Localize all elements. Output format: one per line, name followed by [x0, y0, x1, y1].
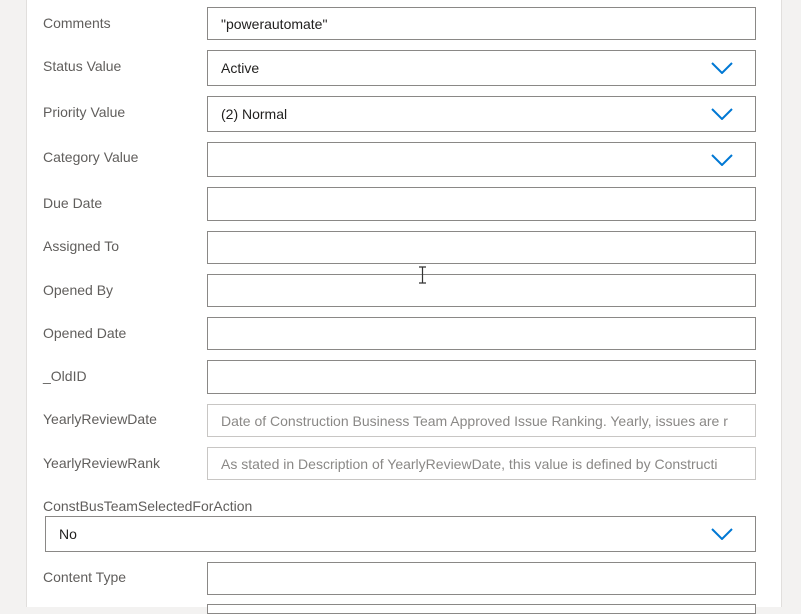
const-bus-team-selected: No [59, 526, 77, 542]
opened-date-label: Opened Date [43, 325, 127, 341]
const-bus-team-label: ConstBusTeamSelectedForAction [43, 498, 253, 514]
next-field-input[interactable] [207, 604, 756, 614]
yearly-review-date-label: YearlyReviewDate [43, 411, 157, 427]
status-value-label: Status Value [43, 58, 122, 74]
opened-by-label: Opened By [43, 282, 114, 298]
content-type-input[interactable] [207, 562, 756, 595]
const-bus-team-dropdown[interactable]: No [45, 516, 756, 552]
yearly-review-date-placeholder: Date of Construction Business Team Appro… [221, 412, 728, 429]
priority-value-label: Priority Value [43, 104, 126, 120]
opened-by-input[interactable] [207, 274, 756, 307]
chevron-down-icon[interactable] [711, 62, 733, 74]
assigned-to-input[interactable] [207, 231, 756, 264]
due-date-label: Due Date [43, 195, 103, 211]
comments-label: Comments [43, 15, 111, 31]
status-value-selected: Active [221, 60, 260, 76]
priority-value-selected: (2) Normal [221, 106, 288, 122]
status-value-dropdown[interactable]: Active [207, 50, 756, 86]
comments-input[interactable]: "powerautomate" [207, 7, 756, 40]
yearly-review-date-input[interactable]: Date of Construction Business Team Appro… [207, 404, 756, 437]
text-cursor-icon [419, 266, 426, 284]
content-type-label: Content Type [43, 569, 127, 585]
comments-value: "powerautomate" [221, 15, 328, 32]
yearly-review-rank-label: YearlyReviewRank [43, 455, 160, 471]
yearly-review-rank-input[interactable]: As stated in Description of YearlyReview… [207, 447, 756, 480]
assigned-to-label: Assigned To [43, 238, 120, 254]
category-value-label: Category Value [43, 149, 139, 165]
chevron-down-icon[interactable] [711, 528, 733, 540]
due-date-input[interactable] [207, 187, 756, 221]
chevron-down-icon[interactable] [711, 108, 733, 120]
yearly-review-rank-placeholder: As stated in Description of YearlyReview… [221, 455, 718, 472]
opened-date-input[interactable] [207, 317, 756, 350]
priority-value-dropdown[interactable]: (2) Normal [207, 96, 756, 132]
old-id-label: _OldID [43, 368, 87, 384]
chevron-down-icon[interactable] [711, 153, 733, 166]
old-id-input[interactable] [207, 360, 756, 394]
category-value-dropdown[interactable] [207, 142, 756, 177]
